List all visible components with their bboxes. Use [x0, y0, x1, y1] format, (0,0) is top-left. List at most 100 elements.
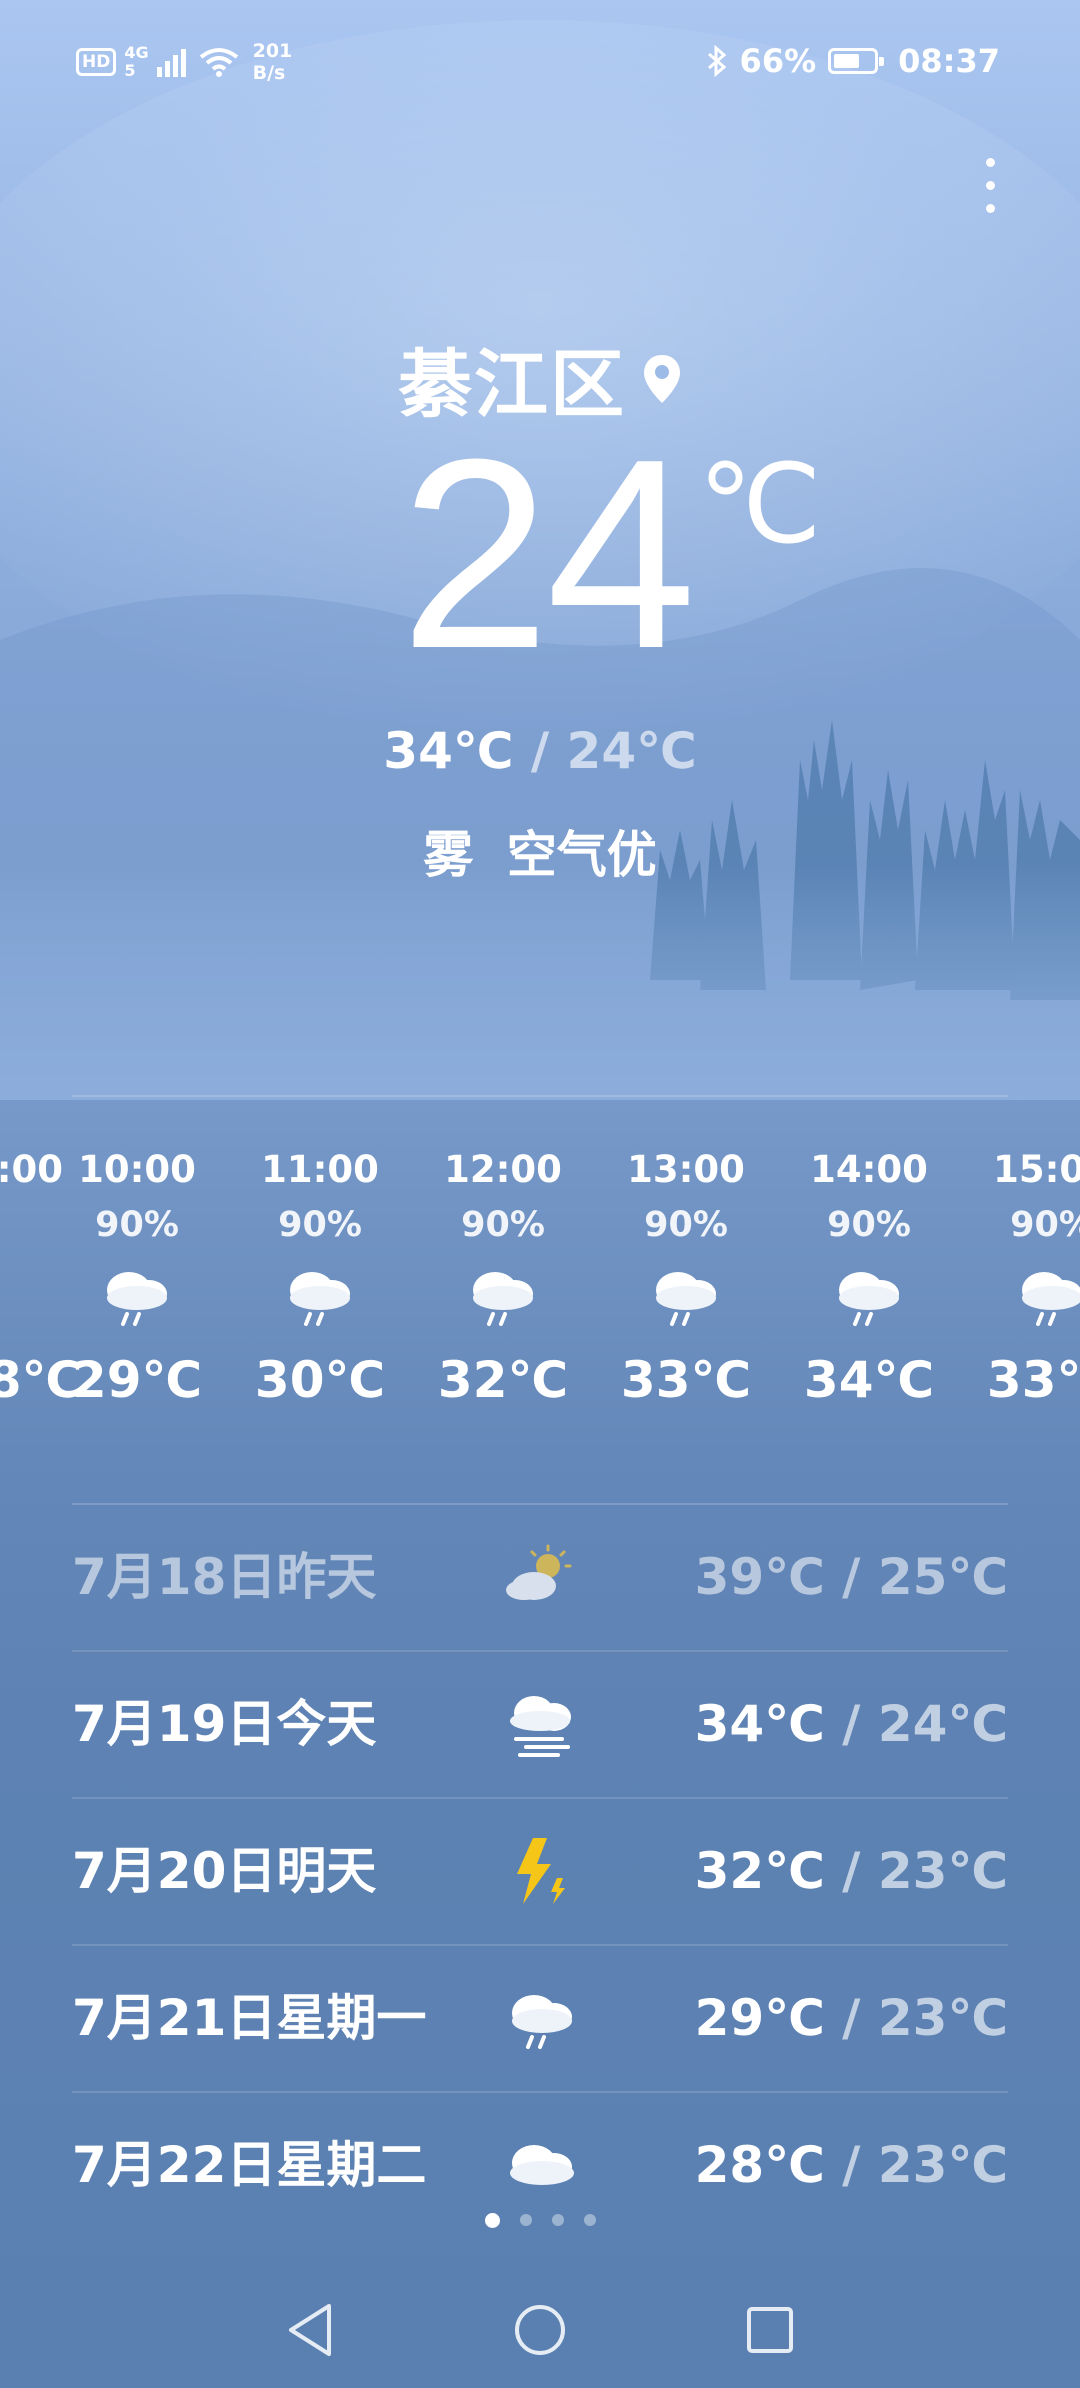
day-low: 23℃	[877, 1989, 1008, 2047]
day-temps: 28℃ / 23℃	[695, 2093, 1008, 2223]
status-left: HD 4G 5 201 B/s	[76, 40, 292, 84]
rain-icon	[502, 1978, 582, 2058]
day-temp-separator: /	[842, 1695, 861, 1753]
bluetooth-icon	[707, 45, 726, 77]
hour-precip: 90%	[644, 1205, 728, 1245]
today-high: 34℃	[383, 722, 514, 780]
day-row[interactable]: 7月20日明天 32℃ / 23℃	[72, 1799, 1008, 1946]
recents-square-icon	[747, 2307, 793, 2353]
divider	[72, 1095, 1008, 1097]
page-indicator[interactable]	[0, 2213, 1080, 2228]
more-dot-icon	[985, 203, 995, 213]
hour-precip: 90%	[95, 1205, 179, 1245]
hour-item: 13:00 90% 33℃	[611, 1140, 761, 1420]
hour-temp: 34℃	[803, 1351, 935, 1409]
status-right: 66% 08:37	[706, 42, 1000, 80]
day-high: 39℃	[694, 1548, 825, 1606]
home-button[interactable]	[480, 2280, 600, 2380]
day-high: 34℃	[694, 1695, 825, 1753]
day-label: 7月18日昨天	[72, 1548, 377, 1606]
hour-item: 12:00 90% 32℃	[428, 1140, 578, 1420]
location-pin-icon	[644, 355, 680, 404]
back-button[interactable]	[250, 2280, 370, 2380]
home-circle-icon	[515, 2305, 565, 2355]
day-temps: 32℃ / 23℃	[695, 1799, 1008, 1944]
day-row[interactable]: 7月22日星期二 28℃ / 23℃	[72, 2093, 1008, 2223]
hd-icon: HD	[76, 48, 117, 76]
current-temperature: 24	[400, 404, 696, 705]
day-label: 7月20日明天	[72, 1842, 377, 1900]
system-navigation-bar	[0, 2260, 1080, 2388]
battery-percent: 66%	[739, 42, 817, 80]
page-dot[interactable]	[519, 2214, 532, 2226]
day-low: 23℃	[877, 2136, 1008, 2194]
hour-time: 14:00	[810, 1148, 928, 1191]
page-dot[interactable]	[551, 2214, 564, 2226]
rain-icon	[611, 1250, 761, 1340]
day-label: 7月19日今天	[72, 1695, 377, 1753]
hour-precip: 90%	[278, 1205, 362, 1245]
day-label: 7月22日星期二	[72, 2136, 427, 2194]
day-temp-separator: /	[842, 1842, 861, 1900]
day-temp-separator: /	[842, 1548, 861, 1606]
day-temps: 39℃ / 25℃	[695, 1505, 1008, 1650]
hour-temp: 32℃	[437, 1351, 569, 1409]
hour-item: 14:00 90% 34℃	[794, 1140, 944, 1420]
thunder-icon	[502, 1831, 582, 1911]
today-high-low: 34℃ / 24℃	[0, 722, 1080, 780]
hour-time: 10:00	[78, 1148, 196, 1191]
today-low: 24℃	[566, 722, 697, 780]
recents-button[interactable]	[710, 2280, 830, 2380]
network-speed-value: 201	[252, 40, 293, 62]
status-bar: HD 4G 5 201 B/s 66% 08:37	[0, 0, 1080, 130]
hour-temp: 30℃	[254, 1351, 386, 1409]
current-condition: 雾 空气优	[0, 815, 1080, 887]
hour-time: 15:00	[993, 1148, 1080, 1191]
hour-time: 11:00	[261, 1148, 379, 1191]
day-temp-separator: /	[842, 2136, 861, 2194]
day-row[interactable]: 7月21日星期一 29℃ / 23℃	[72, 1946, 1008, 2093]
rain-icon	[977, 1250, 1080, 1340]
day-temps: 29℃ / 23℃	[695, 1946, 1008, 2091]
day-row[interactable]: 7月19日今天 34℃ / 24℃	[72, 1652, 1008, 1799]
hour-precip: 90%	[461, 1205, 545, 1245]
page-dot-active[interactable]	[484, 2213, 500, 2228]
more-dot-icon	[985, 180, 995, 190]
network-speed: 201 B/s	[253, 40, 293, 84]
day-label: 7月21日星期一	[72, 1989, 427, 2047]
day-low: 24℃	[877, 1695, 1008, 1753]
hour-temp: 33℃	[620, 1351, 752, 1409]
cloudy-icon	[502, 2125, 582, 2205]
network-type: 4G 5	[124, 44, 148, 80]
daily-forecast: 7月18日昨天 39℃ / 25℃ 7月19日今天 34℃ / 24℃ 7月20…	[72, 1505, 1008, 2223]
hour-precip: 90%	[827, 1205, 911, 1245]
day-high: 32℃	[694, 1842, 825, 1900]
network-speed-unit: B/s	[252, 62, 286, 84]
hourly-forecast[interactable]: 9:00 28℃ 10:00 90% 29℃ 11:00 90% 30℃ 12:…	[0, 1140, 1080, 1460]
more-options-button[interactable]	[960, 140, 1020, 230]
network-label: 4G	[124, 43, 149, 62]
day-low: 25℃	[877, 1548, 1008, 1606]
hour-temp: 33℃	[986, 1351, 1080, 1409]
partly-cloudy-icon	[502, 1537, 582, 1617]
hour-item: 15:00 90% 33℃	[977, 1140, 1080, 1420]
hour-time: 13:00	[627, 1148, 745, 1191]
rain-icon	[794, 1250, 944, 1340]
day-high: 28℃	[694, 2136, 825, 2194]
hour-precip: 90%	[1010, 1205, 1080, 1245]
wifi-icon	[199, 48, 238, 77]
temperature-unit: ℃	[698, 443, 822, 566]
hour-temp: 29℃	[71, 1351, 203, 1409]
day-row[interactable]: 7月18日昨天 39℃ / 25℃	[72, 1505, 1008, 1652]
clock: 08:37	[898, 42, 1000, 80]
rain-icon	[62, 1250, 212, 1340]
fog-icon	[502, 1684, 582, 1764]
hour-item: 11:00 90% 30℃	[245, 1140, 395, 1420]
air-quality[interactable]: 空气优	[507, 826, 657, 884]
hour-item: 10:00 90% 29℃	[62, 1140, 212, 1420]
day-low: 23℃	[877, 1842, 1008, 1900]
high-low-separator: /	[530, 722, 550, 780]
hour-time: 12:00	[444, 1148, 562, 1191]
page-dot[interactable]	[583, 2214, 596, 2226]
rain-icon	[245, 1250, 395, 1340]
